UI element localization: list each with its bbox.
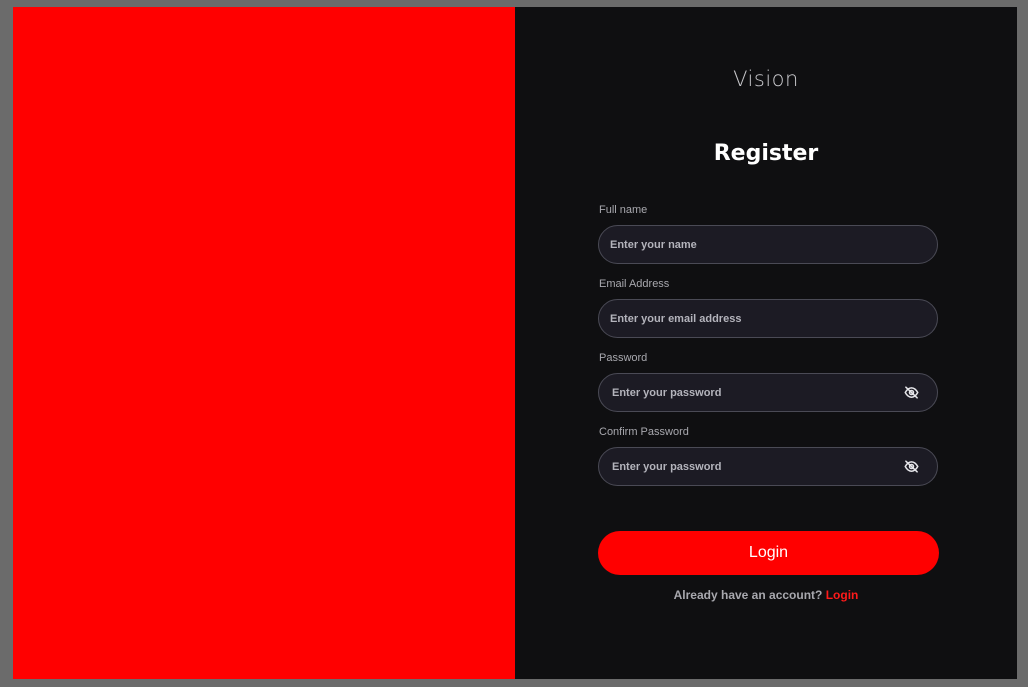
login-prompt: Already have an account? Login (515, 588, 1017, 602)
page-title: Register (713, 141, 819, 166)
brand-logo: Vision (733, 67, 799, 91)
password-input[interactable] (599, 374, 903, 411)
login-link[interactable]: Login (826, 588, 859, 602)
confirm-password-label: Confirm Password (599, 426, 689, 438)
app-frame: Vision Register Full name Email Address … (13, 7, 1017, 679)
email-field (598, 299, 938, 338)
password-field (598, 373, 938, 412)
confirm-password-input[interactable] (599, 448, 903, 485)
hero-panel (13, 7, 515, 679)
eye-off-icon[interactable] (903, 459, 919, 475)
password-label: Password (599, 352, 648, 364)
full-name-input[interactable] (599, 226, 937, 263)
full-name-field (598, 225, 938, 264)
confirm-password-field (598, 447, 938, 486)
email-input[interactable] (599, 300, 937, 337)
eye-off-icon[interactable] (903, 385, 919, 401)
full-name-label: Full name (599, 204, 648, 216)
login-prompt-text: Already have an account? (673, 588, 823, 602)
email-label: Email Address (599, 278, 670, 290)
login-button[interactable]: Login (598, 531, 939, 575)
register-panel: Vision Register Full name Email Address … (515, 7, 1017, 679)
